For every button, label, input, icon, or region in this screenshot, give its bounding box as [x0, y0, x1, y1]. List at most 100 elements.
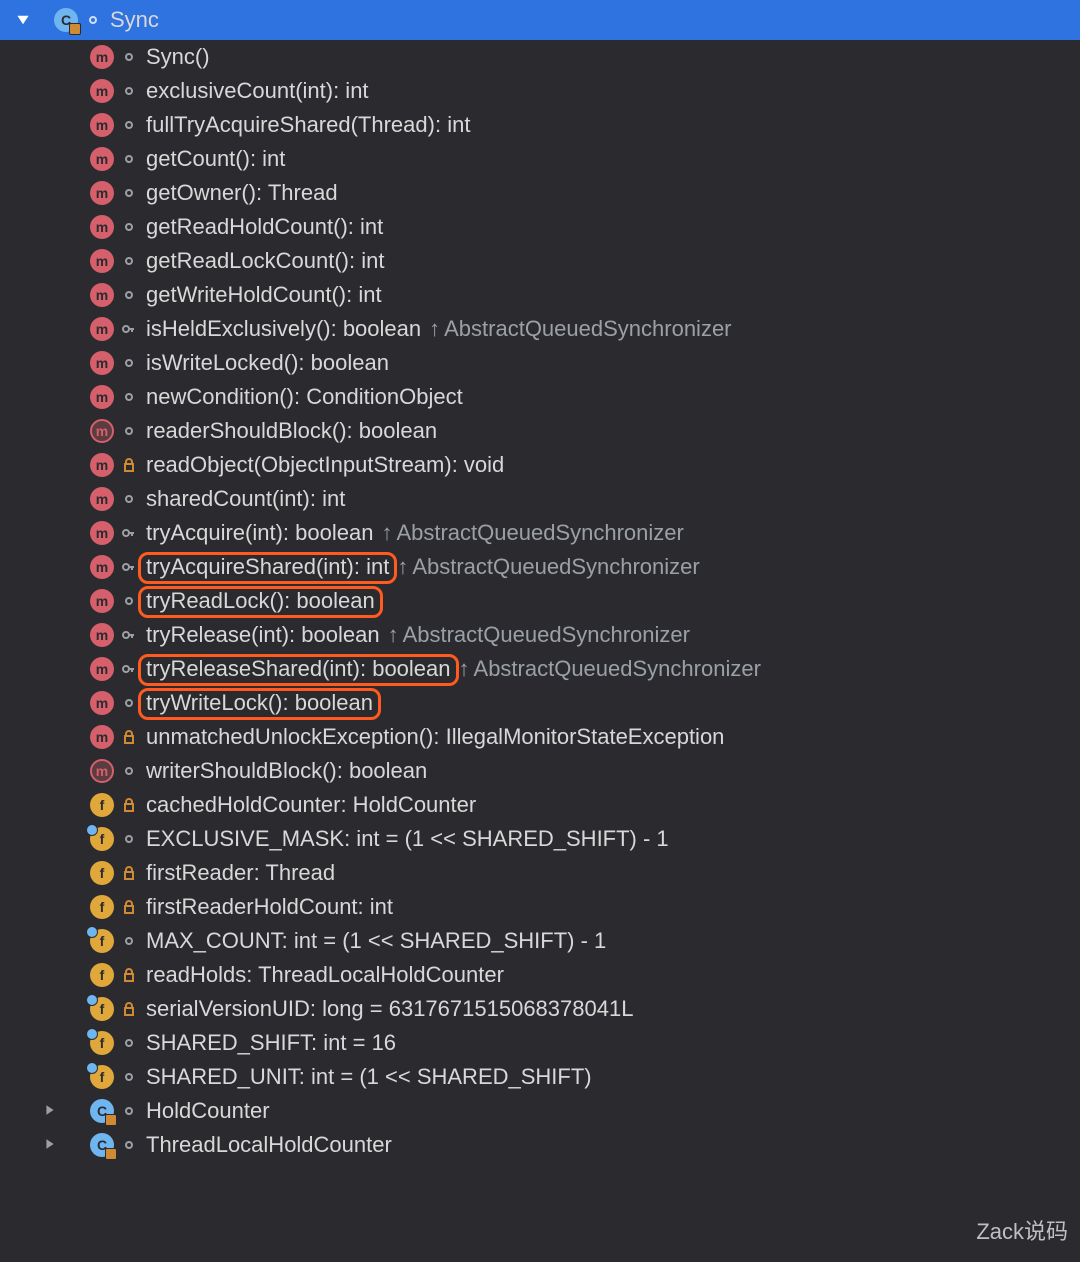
- field-icon: f: [90, 1065, 114, 1089]
- method-icon: m: [90, 249, 114, 273]
- member-row[interactable]: mreadObject(ObjectInputStream): void: [0, 448, 1080, 482]
- field-icon: f: [90, 861, 114, 885]
- member-row[interactable]: msharedCount(int): int: [0, 482, 1080, 516]
- member-label: isHeldExclusively(): boolean: [146, 316, 421, 342]
- protected-key-icon: [122, 526, 136, 540]
- method-icon: m: [90, 181, 114, 205]
- package-private-icon: [122, 1070, 136, 1084]
- member-label: MAX_COUNT: int = (1 << SHARED_SHIFT) - 1: [146, 928, 606, 954]
- class-name-label: Sync: [110, 7, 159, 33]
- method-icon: m: [90, 657, 114, 681]
- member-label: tryAcquireShared(int): int: [146, 554, 389, 580]
- member-label: getOwner(): Thread: [146, 180, 338, 206]
- package-private-icon: [122, 356, 136, 370]
- expand-arrow-icon[interactable]: [44, 1138, 58, 1152]
- field-icon: f: [90, 963, 114, 987]
- member-label: tryReleaseShared(int): boolean: [146, 656, 451, 682]
- method-icon: m: [90, 725, 114, 749]
- member-row[interactable]: mgetReadHoldCount(): int: [0, 210, 1080, 244]
- package-private-icon: [122, 220, 136, 234]
- lock-icon: [122, 730, 136, 744]
- member-row[interactable]: mexclusiveCount(int): int: [0, 74, 1080, 108]
- protected-key-icon: [122, 560, 136, 574]
- member-row[interactable]: mwriterShouldBlock(): boolean: [0, 754, 1080, 788]
- expand-arrow-icon[interactable]: [16, 13, 30, 27]
- member-row[interactable]: m getOwner(): Thread: [0, 176, 1080, 210]
- member-row[interactable]: misHeldExclusively(): boolean↑AbstractQu…: [0, 312, 1080, 346]
- member-row[interactable]: mnewCondition(): ConditionObject: [0, 380, 1080, 414]
- lock-icon: [122, 968, 136, 982]
- visibility-icon: [86, 13, 100, 27]
- member-label: tryWriteLock(): boolean: [146, 690, 373, 716]
- expand-arrow-icon[interactable]: [44, 1104, 58, 1118]
- watermark-label: Zack说码: [976, 1214, 1068, 1246]
- member-row[interactable]: m getReadLockCount(): int: [0, 244, 1080, 278]
- method-icon: m: [90, 147, 114, 171]
- package-private-icon: [122, 118, 136, 132]
- override-class-label: AbstractQueuedSynchronizer: [474, 656, 761, 682]
- member-row[interactable]: mSync(): [0, 40, 1080, 74]
- inner-class-label: ThreadLocalHoldCounter: [146, 1132, 392, 1158]
- package-private-icon: [122, 288, 136, 302]
- class-row-sync[interactable]: C Sync: [0, 0, 1080, 40]
- override-class-label: AbstractQueuedSynchronizer: [396, 520, 683, 546]
- class-icon: C: [90, 1133, 114, 1157]
- member-label: getReadHoldCount(): int: [146, 214, 383, 240]
- package-private-icon: [122, 152, 136, 166]
- package-private-icon: [122, 50, 136, 64]
- member-row[interactable]: f MAX_COUNT: int = (1 << SHARED_SHIFT) - …: [0, 924, 1080, 958]
- member-row[interactable]: fEXCLUSIVE_MASK: int = (1 << SHARED_SHIF…: [0, 822, 1080, 856]
- member-label: getWriteHoldCount(): int: [146, 282, 382, 308]
- member-row[interactable]: f cachedHoldCounter: HoldCounter: [0, 788, 1080, 822]
- member-row[interactable]: mtryAcquire(int): boolean↑AbstractQueued…: [0, 516, 1080, 550]
- member-row[interactable]: mreaderShouldBlock(): boolean: [0, 414, 1080, 448]
- package-private-icon: [122, 764, 136, 778]
- override-arrow-icon: ↑: [459, 656, 470, 682]
- inner-class-row[interactable]: CHoldCounter: [0, 1094, 1080, 1128]
- member-label: tryAcquire(int): boolean: [146, 520, 373, 546]
- member-row[interactable]: ffirstReaderHoldCount: int: [0, 890, 1080, 924]
- member-label: tryRelease(int): boolean: [146, 622, 380, 648]
- member-row[interactable]: mtryAcquireShared(int): int↑AbstractQueu…: [0, 550, 1080, 584]
- member-label: firstReaderHoldCount: int: [146, 894, 393, 920]
- inner-class-label: HoldCounter: [146, 1098, 270, 1124]
- lock-icon: [122, 458, 136, 472]
- package-private-icon: [122, 1104, 136, 1118]
- lock-icon: [122, 866, 136, 880]
- member-label: SHARED_SHIFT: int = 16: [146, 1030, 396, 1056]
- member-row[interactable]: freadHolds: ThreadLocalHoldCounter: [0, 958, 1080, 992]
- member-label: tryReadLock(): boolean: [146, 588, 375, 614]
- member-row[interactable]: mfullTryAcquireShared(Thread): int: [0, 108, 1080, 142]
- member-row[interactable]: mgetWriteHoldCount(): int: [0, 278, 1080, 312]
- member-row[interactable]: m tryWriteLock(): boolean: [0, 686, 1080, 720]
- member-row[interactable]: m getCount(): int: [0, 142, 1080, 176]
- member-row[interactable]: m tryReadLock(): boolean: [0, 584, 1080, 618]
- member-row[interactable]: misWriteLocked(): boolean: [0, 346, 1080, 380]
- package-private-icon: [122, 1036, 136, 1050]
- member-row[interactable]: m tryReleaseShared(int): boolean ↑Abstract…: [0, 652, 1080, 686]
- method-icon: m: [90, 521, 114, 545]
- inner-class-row[interactable]: C ThreadLocalHoldCounter: [0, 1128, 1080, 1162]
- field-icon: f: [90, 793, 114, 817]
- member-row[interactable]: fserialVersionUID: long = 63176715150683…: [0, 992, 1080, 1026]
- package-private-icon: [122, 696, 136, 710]
- member-label: readerShouldBlock(): boolean: [146, 418, 437, 444]
- field-icon: f: [90, 929, 114, 953]
- member-label: getCount(): int: [146, 146, 285, 172]
- member-label: cachedHoldCounter: HoldCounter: [146, 792, 476, 818]
- method-icon: m: [90, 487, 114, 511]
- override-arrow-icon: ↑: [429, 316, 440, 342]
- field-icon: f: [90, 827, 114, 851]
- package-private-icon: [122, 390, 136, 404]
- member-row[interactable]: munmatchedUnlockException(): IllegalMoni…: [0, 720, 1080, 754]
- package-private-icon: [122, 186, 136, 200]
- method-icon: m: [90, 589, 114, 613]
- member-row[interactable]: fSHARED_UNIT: int = (1 << SHARED_SHIFT): [0, 1060, 1080, 1094]
- member-row[interactable]: ffirstReader: Thread: [0, 856, 1080, 890]
- member-row[interactable]: mtryRelease(int): boolean↑AbstractQueued…: [0, 618, 1080, 652]
- member-row[interactable]: fSHARED_SHIFT: int = 16: [0, 1026, 1080, 1060]
- method-icon: m: [90, 691, 114, 715]
- method-icon: m: [90, 79, 114, 103]
- member-label: isWriteLocked(): boolean: [146, 350, 389, 376]
- member-label: getReadLockCount(): int: [146, 248, 384, 274]
